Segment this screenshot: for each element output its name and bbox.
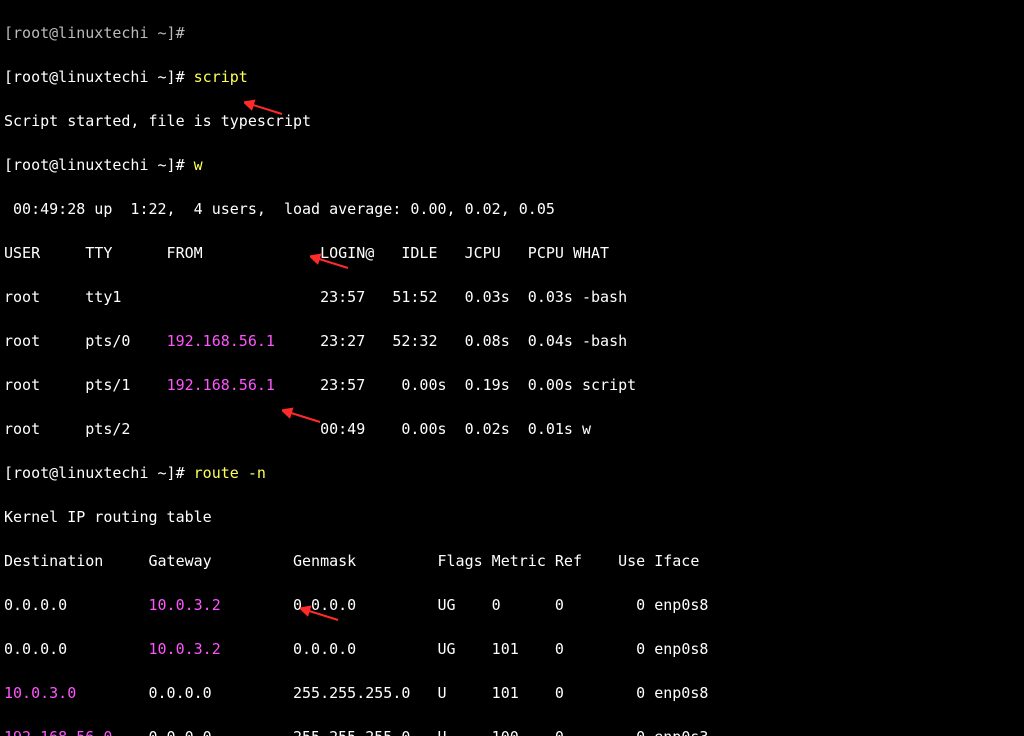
cmd-w: w: [194, 156, 203, 174]
line-prompt-route: [root@linuxtechi ~]# route -n: [4, 462, 1020, 484]
w-header: USER TTY FROM LOGIN@ IDLE JCPU PCPU WHAT: [4, 242, 1020, 264]
ip-addr: 10.0.3.0: [4, 684, 76, 702]
w-row: root tty1 23:57 51:52 0.03s 0.03s -bash: [4, 286, 1020, 308]
w-row: root pts/2 00:49 0.00s 0.02s 0.01s w: [4, 418, 1020, 440]
route-row: 0.0.0.0 10.0.3.2 0.0.0.0 UG 0 0 0 enp0s8: [4, 594, 1020, 616]
w-row: root pts/1 192.168.56.1 23:57 0.00s 0.19…: [4, 374, 1020, 396]
terminal[interactable]: [root@linuxtechi ~]# [root@linuxtechi ~]…: [0, 0, 1024, 736]
prompt: [root@linuxtechi ~]#: [4, 68, 194, 86]
route-header: Destination Gateway Genmask Flags Metric…: [4, 550, 1020, 572]
prompt: [root@linuxtechi ~]#: [4, 156, 194, 174]
w-row: root pts/0 192.168.56.1 23:27 52:32 0.08…: [4, 330, 1020, 352]
cmd-route: route -n: [194, 464, 266, 482]
line-script-started: Script started, file is typescript: [4, 110, 1020, 132]
route-row: 192.168.56.0 0.0.0.0 255.255.255.0 U 100…: [4, 726, 1020, 736]
ip-addr: 10.0.3.2: [149, 596, 221, 614]
w-summary: 00:49:28 up 1:22, 4 users, load average:…: [4, 198, 1020, 220]
ip-addr: 10.0.3.2: [149, 640, 221, 658]
line-trunc: [root@linuxtechi ~]#: [4, 22, 1020, 44]
ip-addr: 192.168.56.0: [4, 728, 112, 736]
ip-addr: 192.168.56.1: [167, 376, 275, 394]
route-title: Kernel IP routing table: [4, 506, 1020, 528]
route-row: 0.0.0.0 10.0.3.2 0.0.0.0 UG 101 0 0 enp0…: [4, 638, 1020, 660]
ip-addr: 192.168.56.1: [167, 332, 275, 350]
cmd-script: script: [194, 68, 248, 86]
line-prompt-script: [root@linuxtechi ~]# script: [4, 66, 1020, 88]
route-row: 10.0.3.0 0.0.0.0 255.255.255.0 U 101 0 0…: [4, 682, 1020, 704]
prompt: [root@linuxtechi ~]#: [4, 464, 194, 482]
line-prompt-w: [root@linuxtechi ~]# w: [4, 154, 1020, 176]
